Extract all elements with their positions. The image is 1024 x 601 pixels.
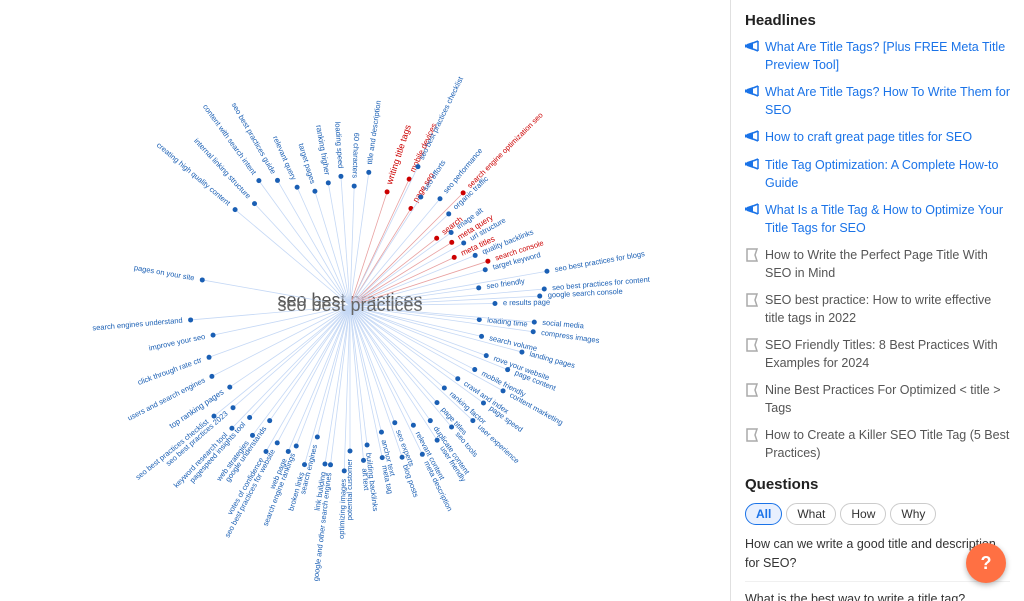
radial-chart-panel: seo best practices // We'll draw the rad… [0, 0, 730, 601]
headline-item[interactable]: How to Write the Perfect Page Title With… [745, 247, 1010, 282]
megaphone-icon [745, 130, 759, 147]
radial-svg: seo best practices // We'll draw the rad… [0, 11, 700, 591]
headline-text: What Are Title Tags? [Plus FREE Meta Tit… [765, 39, 1010, 74]
filter-button-how[interactable]: How [840, 503, 886, 525]
headline-text: What Is a Title Tag & How to Optimize Yo… [765, 202, 1010, 237]
svg-text:e results page: e results page [503, 297, 550, 307]
svg-text:seo best practices: seo best practices [278, 294, 423, 314]
headline-item[interactable]: How to Create a Killer SEO Title Tag (5 … [745, 427, 1010, 462]
svg-text:landing pages: landing pages [529, 349, 577, 370]
filter-button-why[interactable]: Why [890, 503, 936, 525]
headline-text: Nine Best Practices For Optimized < titl… [765, 382, 1010, 417]
svg-text:60 characters: 60 characters [351, 132, 362, 178]
flag-icon [745, 338, 759, 355]
svg-text:seo best practices checklist: seo best practices checklist [417, 74, 466, 161]
right-panel: Headlines What Are Title Tags? [Plus FRE… [730, 0, 1024, 601]
headline-text: Title Tag Optimization: A Complete How-t… [765, 157, 1010, 192]
flag-icon [745, 383, 759, 400]
svg-text:pages on your site: pages on your site [134, 262, 196, 282]
flag-icon [745, 428, 759, 445]
help-button[interactable]: ? [966, 543, 1006, 583]
headlines-list: What Are Title Tags? [Plus FREE Meta Tit… [745, 39, 1010, 462]
svg-text:blog posts: blog posts [401, 463, 421, 498]
headline-item[interactable]: SEO Friendly Titles: 8 Best Practices Wi… [745, 337, 1010, 372]
filter-button-all[interactable]: All [745, 503, 782, 525]
headline-item[interactable]: What Are Title Tags? How To Write Them f… [745, 84, 1010, 119]
filter-button-what[interactable]: What [786, 503, 836, 525]
questions-title: Questions [745, 476, 1010, 493]
headline-item[interactable]: SEO best practice: How to write effectiv… [745, 292, 1010, 327]
headline-item[interactable]: What Is a Title Tag & How to Optimize Yo… [745, 202, 1010, 237]
filter-buttons: AllWhatHowWhy [745, 503, 1010, 525]
headline-text: What Are Title Tags? How To Write Them f… [765, 84, 1010, 119]
question-item: What is the best way to write a title ta… [745, 590, 1010, 601]
headline-text: SEO best practice: How to write effectiv… [765, 292, 1010, 327]
megaphone-icon [745, 158, 759, 175]
megaphone-icon [745, 40, 759, 57]
svg-text:relevant query: relevant query [271, 134, 299, 181]
svg-text:ranking higher: ranking higher [314, 124, 332, 176]
radial-container: seo best practices // We'll draw the rad… [0, 11, 700, 591]
svg-text:target pages: target pages [297, 142, 318, 185]
headline-item[interactable]: What Are Title Tags? [Plus FREE Meta Tit… [745, 39, 1010, 74]
svg-text:internal linking structure: internal linking structure [193, 136, 254, 200]
svg-text:title and description: title and description [365, 99, 383, 164]
flag-icon [745, 293, 759, 310]
headline-text: How to Write the Perfect Page Title With… [765, 247, 1010, 282]
headline-item[interactable]: Title Tag Optimization: A Complete How-t… [745, 157, 1010, 192]
megaphone-icon [745, 85, 759, 102]
headline-text: How to Create a Killer SEO Title Tag (5 … [765, 427, 1010, 462]
svg-text:compress images: compress images [541, 327, 601, 344]
svg-text:optimizing images: optimizing images [337, 478, 348, 539]
headlines-title: Headlines [745, 12, 1010, 29]
svg-text:loading time: loading time [487, 315, 528, 328]
headline-text: How to craft great page titles for SEO [765, 129, 972, 147]
questions-section: Questions AllWhatHowWhy How can we write… [745, 476, 1010, 601]
flag-icon [745, 248, 759, 265]
headline-text: SEO Friendly Titles: 8 Best Practices Wi… [765, 337, 1010, 372]
svg-text:seo best practices for blogs: seo best practices for blogs [554, 249, 646, 274]
headline-item[interactable]: How to craft great page titles for SEO [745, 129, 1010, 147]
svg-text:alt text: alt text [361, 467, 372, 491]
svg-text:creating high quality content: creating high quality content [155, 140, 233, 208]
svg-text:search engines understand: search engines understand [92, 315, 183, 332]
svg-text:loading speed: loading speed [334, 121, 346, 168]
headline-item[interactable]: Nine Best Practices For Optimized < titl… [745, 382, 1010, 417]
megaphone-icon [745, 203, 759, 220]
svg-text:improve your seo: improve your seo [148, 331, 206, 352]
